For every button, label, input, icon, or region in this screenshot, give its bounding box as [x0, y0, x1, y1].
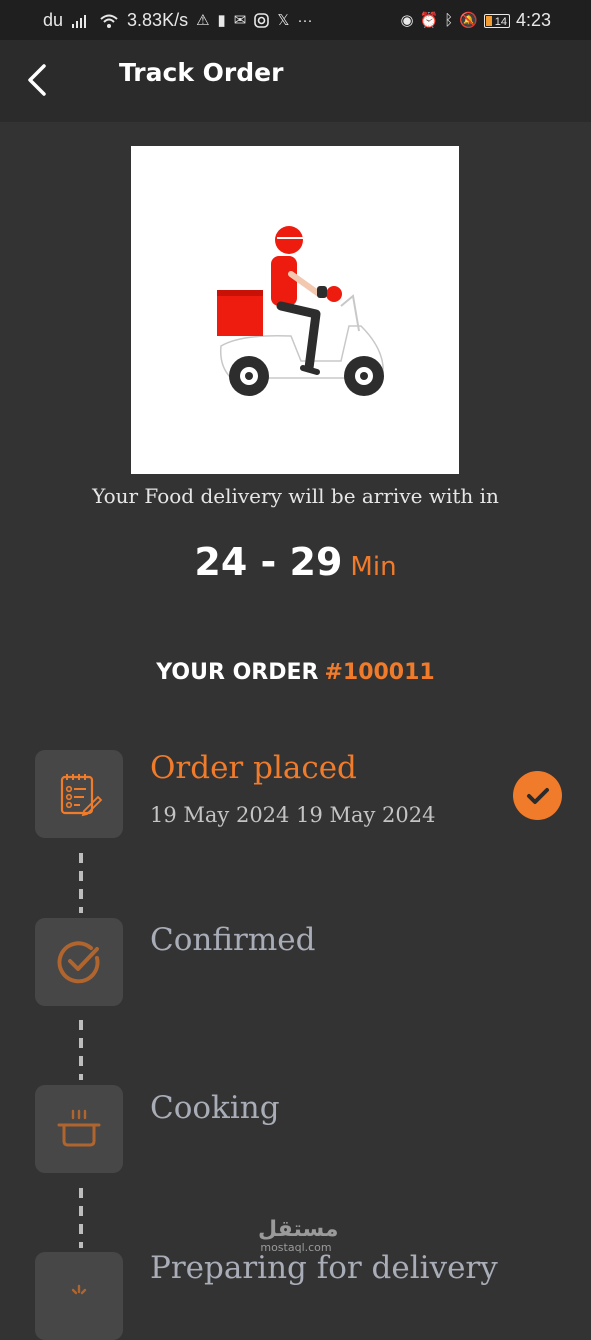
page-title: Track Order	[119, 58, 284, 87]
chevron-left-icon	[28, 64, 46, 96]
network-speed: 3.83K/s	[127, 10, 189, 30]
status-bar-left: du 3.83K/s ⚠ ▮ ✉ 𝕏 ···	[43, 10, 312, 31]
eta-display: 24 - 29 Min	[0, 540, 591, 584]
warning-icon: ⚠	[196, 11, 210, 29]
check-circle-icon	[57, 941, 100, 984]
step-completed-badge	[513, 771, 562, 820]
step-title-order-placed: Order placed	[150, 750, 357, 786]
wifi-icon	[100, 14, 118, 28]
back-button[interactable]	[18, 58, 58, 102]
eye-icon: ◉	[400, 11, 414, 29]
battery-level: 14	[494, 15, 507, 28]
carrier-label: du	[43, 10, 64, 30]
step-title-preparing: Preparing for delivery	[150, 1250, 498, 1286]
eta-range: 24 - 29	[194, 540, 343, 584]
step-icon-confirmed	[35, 918, 123, 1006]
watermark-arabic: مستقل	[258, 1217, 339, 1242]
order-number-heading: YOUR ORDER #100011	[0, 660, 591, 685]
scooter-rider-image	[217, 226, 384, 396]
step-icon-preparing	[35, 1252, 123, 1340]
battery-fill	[485, 15, 492, 26]
step-title-cooking: Cooking	[150, 1090, 280, 1126]
app-bar: Track Order	[0, 40, 591, 122]
clock: 4:23	[515, 10, 551, 30]
signal-icon	[72, 14, 87, 28]
delivery-illustration	[131, 146, 459, 474]
step-date-order-placed: 19 May 2024 19 May 2024	[150, 803, 436, 827]
mute-icon: 🔕	[459, 11, 478, 29]
status-bar-right: ◉ ⏰ ᛒ 🔕 14 4:23	[400, 10, 551, 31]
mail-icon: ✉	[233, 11, 247, 29]
order-number: #100011	[324, 660, 435, 685]
alarm-icon: ⏰	[419, 11, 439, 29]
bluetooth-icon: ᛒ	[444, 11, 454, 29]
order-label: YOUR ORDER	[156, 660, 319, 685]
step-title-confirmed: Confirmed	[150, 922, 316, 958]
battery-alert-icon: ▮	[217, 11, 226, 29]
battery-indicator: 14	[483, 13, 510, 28]
cooking-pot-icon	[57, 1109, 101, 1147]
delivery-message: Your Food delivery will be arrive with i…	[92, 484, 499, 508]
more-icon: ···	[297, 11, 313, 29]
instagram-icon	[254, 13, 270, 28]
status-bar: du 3.83K/s ⚠ ▮ ✉ 𝕏 ··· ◉ ⏰ ᛒ 🔕 14 4:23	[0, 0, 591, 40]
x-icon: 𝕏	[277, 11, 290, 29]
box-icon	[71, 1284, 87, 1295]
step-connector	[79, 1020, 83, 1080]
step-icon-order-placed	[35, 750, 123, 838]
clipboard-checklist-icon	[60, 774, 103, 817]
watermark: مستقل mostaql.com	[258, 1217, 339, 1254]
step-connector	[79, 1188, 83, 1248]
eta-unit: Min	[350, 552, 397, 582]
step-connector	[79, 853, 83, 913]
watermark-latin: mostaql.com	[260, 1241, 332, 1254]
checkmark-icon	[526, 787, 549, 804]
step-icon-cooking	[35, 1085, 123, 1173]
